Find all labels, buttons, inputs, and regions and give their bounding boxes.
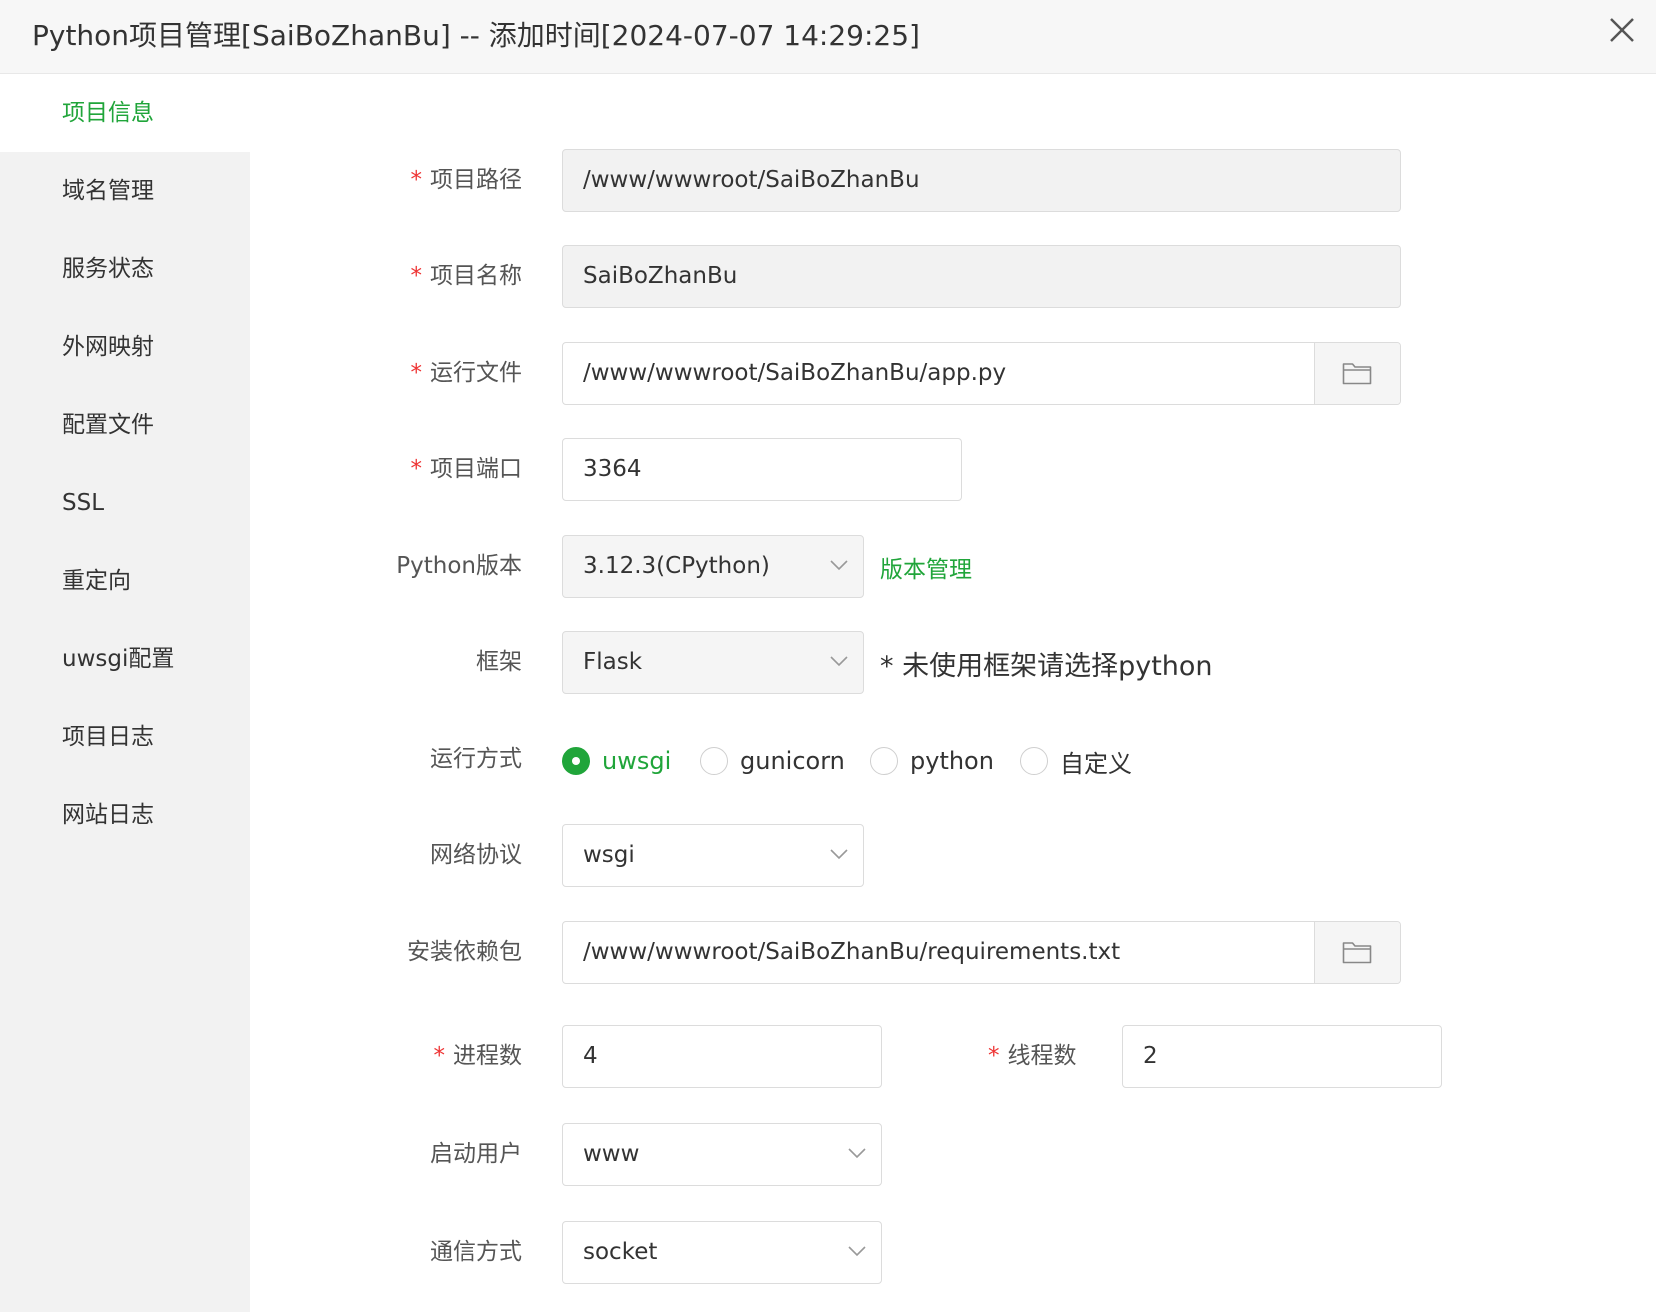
- run-file-browse-button[interactable]: [1314, 343, 1400, 404]
- run-mode-radio-gunicorn[interactable]: gunicorn: [700, 745, 845, 777]
- sidebar-item-site-log[interactable]: 网站日志: [0, 776, 250, 854]
- chevron-down-icon: [848, 1148, 866, 1159]
- start-user-select[interactable]: www: [562, 1123, 882, 1186]
- required-mark: *: [433, 1043, 446, 1069]
- sidebar-item-redirect[interactable]: 重定向: [0, 542, 250, 620]
- comm-mode-label: 通信方式: [430, 1239, 522, 1265]
- required-mark: *: [988, 1043, 1000, 1069]
- radio-unchecked-icon: [700, 747, 728, 775]
- project-path-input[interactable]: /www/wwwroot/SaiBoZhanBu: [562, 149, 1401, 212]
- required-mark: *: [410, 263, 423, 289]
- network-protocol-value: wsgi: [583, 842, 635, 868]
- python-version-label: Python版本: [396, 553, 522, 579]
- sidebar-item-service-status[interactable]: 服务状态: [0, 230, 250, 308]
- radio-unchecked-icon: [1020, 747, 1048, 775]
- dialog-title: Python项目管理[SaiBoZhanBu] -- 添加时间[2024-07-…: [32, 19, 920, 52]
- run-mode-radio-python[interactable]: python: [870, 745, 994, 777]
- required-mark: *: [410, 167, 423, 193]
- radio-unchecked-icon: [870, 747, 898, 775]
- threads-label: * 线程数: [988, 1043, 1077, 1069]
- framework-hint: * 未使用框架请选择python: [880, 651, 1213, 682]
- required-mark: *: [410, 360, 423, 386]
- comm-mode-value: socket: [583, 1239, 658, 1265]
- threads-input[interactable]: 2: [1122, 1025, 1442, 1088]
- comm-mode-select[interactable]: socket: [562, 1221, 882, 1284]
- radio-checked-icon: [562, 747, 590, 775]
- framework-label: 框架: [476, 649, 522, 675]
- install-deps-label: 安装依赖包: [407, 939, 522, 965]
- processes-input[interactable]: 4: [562, 1025, 882, 1088]
- network-protocol-select[interactable]: wsgi: [562, 824, 864, 887]
- run-file-label: * 运行文件: [410, 360, 523, 386]
- install-deps-input[interactable]: /www/wwwroot/SaiBoZhanBu/requirements.tx…: [583, 939, 1120, 965]
- project-name-input[interactable]: SaiBoZhanBu: [562, 245, 1401, 308]
- run-mode-label: 运行方式: [430, 746, 522, 772]
- python-version-value: 3.12.3(CPython): [583, 553, 770, 579]
- run-file-field: /www/wwwroot/SaiBoZhanBu/app.py: [562, 342, 1401, 405]
- run-mode-radio-uwsgi[interactable]: uwsgi: [562, 745, 671, 777]
- chevron-down-icon: [830, 849, 848, 860]
- install-deps-field: /www/wwwroot/SaiBoZhanBu/requirements.tx…: [562, 921, 1401, 984]
- chevron-down-icon: [830, 656, 848, 667]
- start-user-value: www: [583, 1141, 640, 1167]
- run-mode-radio-custom[interactable]: 自定义: [1020, 745, 1132, 778]
- install-deps-browse-button[interactable]: [1314, 922, 1400, 983]
- close-button[interactable]: [1604, 12, 1640, 48]
- dialog-titlebar: Python项目管理[SaiBoZhanBu] -- 添加时间[2024-07-…: [0, 0, 1656, 74]
- sidebar-nav: 项目信息 域名管理 服务状态 外网映射 配置文件 SSL 重定向 uwsgi配置…: [0, 74, 250, 1312]
- sidebar-item-config-file[interactable]: 配置文件: [0, 386, 250, 464]
- sidebar-item-external-mapping[interactable]: 外网映射: [0, 308, 250, 386]
- project-port-label: * 项目端口: [410, 456, 523, 482]
- python-version-select[interactable]: 3.12.3(CPython): [562, 535, 864, 598]
- required-mark: *: [410, 456, 423, 482]
- folder-icon: [1342, 942, 1372, 964]
- sidebar-item-uwsgi-config[interactable]: uwsgi配置: [0, 620, 250, 698]
- run-file-input[interactable]: /www/wwwroot/SaiBoZhanBu/app.py: [583, 360, 1006, 386]
- network-protocol-label: 网络协议: [430, 842, 522, 868]
- processes-label: * 进程数: [433, 1043, 523, 1069]
- start-user-label: 启动用户: [430, 1141, 522, 1167]
- framework-select[interactable]: Flask: [562, 631, 864, 694]
- sidebar-item-domain[interactable]: 域名管理: [0, 152, 250, 230]
- project-port-input[interactable]: 3364: [562, 438, 962, 501]
- chevron-down-icon: [848, 1246, 866, 1257]
- folder-icon: [1342, 363, 1372, 385]
- project-name-label: * 项目名称: [410, 263, 523, 289]
- close-icon: [1610, 18, 1634, 42]
- project-path-label: * 项目路径: [410, 167, 523, 193]
- sidebar-item-project-info[interactable]: 项目信息: [0, 74, 250, 152]
- sidebar-item-ssl[interactable]: SSL: [0, 464, 250, 542]
- sidebar-item-project-log[interactable]: 项目日志: [0, 698, 250, 776]
- chevron-down-icon: [830, 560, 848, 571]
- version-management-link[interactable]: 版本管理: [880, 550, 972, 584]
- framework-value: Flask: [583, 649, 643, 675]
